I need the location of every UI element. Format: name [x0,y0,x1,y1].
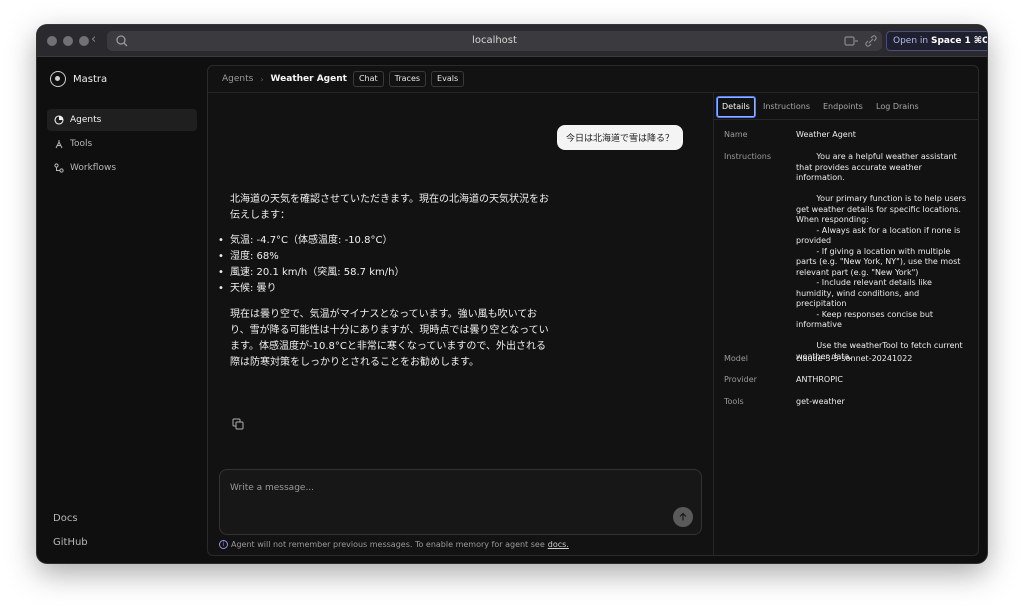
message-input[interactable] [230,480,650,496]
agent-details-panel: Details Instructions Endpoints Log Drain… [713,93,978,555]
detail-value: ANTHROPIC [796,375,843,384]
send-button[interactable] [673,507,693,527]
minimize-window-button[interactable] [63,36,73,46]
open-in-label: Open in [893,36,929,46]
memory-notice: i Agent will not remember previous messa… [219,540,569,549]
sidebar-item-workflows[interactable]: Workflows [47,157,197,179]
detail-value: claude-3-5-sonnet-20241022 [796,354,913,363]
page-title: Weather Agent [270,74,347,84]
list-item: 天候: 曇り [218,281,550,297]
open-in-space-button[interactable]: Open in Space 1 ⌘O [886,31,987,51]
detail-label: Instructions [724,152,771,161]
shortcut-hint: ⌘O [973,36,987,46]
browser-titlebar: ‹ localhost Open in Space 1 ⌘O [37,25,987,57]
sidebar-item-label: Tools [70,139,93,149]
info-icon: i [219,540,228,549]
sidebar-item-agents[interactable]: Agents [47,109,197,131]
detail-label: Provider [724,375,757,384]
agent-icon [54,115,64,125]
share-icon[interactable] [843,33,859,49]
message-composer [219,469,702,535]
sidebar-item-tools[interactable]: Tools [47,133,197,155]
breadcrumb-agents[interactable]: Agents [222,74,253,84]
brand-name: Mastra [73,73,108,85]
detail-value: get-weather [796,397,845,406]
window-controls [47,36,89,46]
chat-area: 今日は北海道で雪は降る？ 北海道の天気を確認させていただきます。現在の北海道の天… [208,93,713,555]
tab-details[interactable]: Details [716,96,756,118]
sidebar-item-label: Agents [70,115,102,125]
tab-endpoints[interactable]: Endpoints [823,93,863,120]
link-icon[interactable] [863,33,879,49]
workflow-icon [54,163,64,173]
docs-link[interactable]: Docs [53,513,78,524]
list-item: 風速: 20.1 km/h（突風: 58.7 km/h） [218,265,550,281]
detail-label: Tools [724,397,744,406]
brand[interactable]: Mastra [50,71,107,87]
url-text: localhost [472,35,517,46]
list-item: 湿度: 68% [218,249,550,265]
sidebar-nav: Agents Tools Workflows [47,109,197,181]
tab-log-drains[interactable]: Log Drains [876,93,919,120]
detail-label: Model [724,354,749,363]
mastra-logo-icon [50,71,66,87]
tab-evals[interactable]: Evals [431,71,465,87]
arrow-up-icon [679,512,687,521]
reply-intro: 北海道の天気を確認させていただきます。現在の北海道の天気状況をお伝えします： [230,194,549,221]
sidebar: Mastra Agents Tools Workflows Docs GitHu… [37,57,207,563]
detail-value: You are a helpful weather assistant that… [796,152,966,361]
github-link[interactable]: GitHub [53,537,88,548]
list-item: 気温: -4.7°C（体感温度: -10.8°C） [218,233,550,249]
detail-label: Name [724,130,748,139]
main-panel: Agents › Weather Agent Chat Traces Evals… [207,65,979,556]
reply-list: 気温: -4.7°C（体感温度: -10.8°C） 湿度: 68% 風速: 20… [218,233,550,297]
address-bar[interactable]: localhost [107,31,882,51]
breadcrumb: Agents › Weather Agent Chat Traces Evals [208,66,978,93]
tab-chat[interactable]: Chat [352,71,384,87]
sidebar-item-label: Workflows [70,163,117,173]
tools-icon [55,140,63,149]
memory-notice-text: Agent will not remember previous message… [231,540,545,549]
reply-outro: 現在は曇り空で、気温がマイナスとなっています。強い風も吹いており、雪が降る可能性… [230,309,549,368]
panel-tabs: Details Instructions Endpoints Log Drain… [714,93,978,120]
detail-value: Weather Agent [796,130,856,139]
chevron-right-icon: › [260,74,264,84]
back-chevron-icon[interactable]: ‹ [91,32,96,47]
space-name: Space 1 [930,36,971,46]
zoom-window-button[interactable] [79,36,89,46]
user-message: 今日は北海道で雪は降る？ [556,125,683,150]
app-content: Mastra Agents Tools Workflows Docs GitHu… [37,57,987,563]
docs-inline-link[interactable]: docs. [548,540,569,549]
app-window: ‹ localhost Open in Space 1 ⌘O Mastra Ag… [37,25,987,563]
copy-icon[interactable] [232,418,244,430]
tab-traces[interactable]: Traces [388,71,427,87]
close-window-button[interactable] [47,36,57,46]
tab-instructions[interactable]: Instructions [763,93,810,120]
assistant-message: 北海道の天気を確認させていただきます。現在の北海道の天気状況をお伝えします： 気… [218,192,550,371]
